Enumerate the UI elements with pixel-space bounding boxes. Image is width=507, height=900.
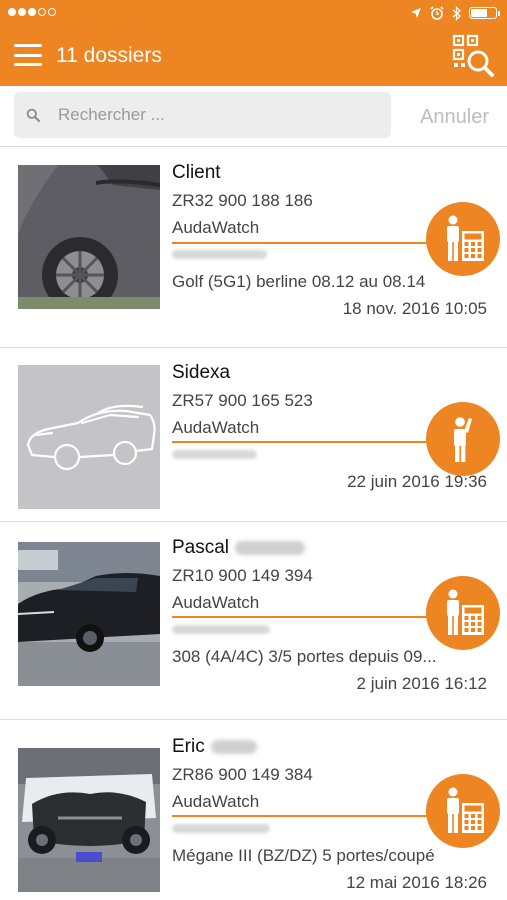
status-badge [426,576,500,650]
dossier-name: Eric [172,736,205,757]
app-screen: 11 dossiers Rechercher ... Annuler Clien… [0,0,507,900]
battery-icon [469,7,500,19]
status-bar [0,0,507,26]
vehicle-photo [18,542,160,686]
search-input[interactable] [58,105,358,125]
person-calculator-icon [447,589,484,635]
vehicle-placeholder-image [18,365,160,509]
search-icon [26,108,40,122]
status-badge [426,402,500,476]
location-arrow-icon [411,8,421,18]
dossier-name: Client [172,162,221,183]
person-calculator-icon [447,787,484,833]
signal-strength-indicator [8,8,56,16]
status-badge [426,202,500,276]
dossier-list-item[interactable]: Client ZR32 900 188 186 AudaWatch Golf (… [0,146,507,347]
dossier-list: Client ZR32 900 188 186 AudaWatch Golf (… [0,146,507,900]
dossier-list-item[interactable]: Pascal ZR10 900 149 394 AudaWatch 308 (4… [0,521,507,719]
app-header: 11 dossiers [0,0,507,86]
vehicle-model: 308 (4A/4C) 3/5 portes depuis 09... [172,647,437,666]
dossier-name: Sidexa [172,362,231,383]
blurred-surname [235,540,306,555]
bluetooth-icon [452,5,461,21]
search-bar: Annuler [0,86,507,144]
signal-dot [48,8,56,16]
status-badge [426,774,500,848]
alarm-icon [430,6,444,20]
search-field[interactable] [14,92,391,138]
dossier-list-item[interactable]: Sidexa ZR57 900 165 523 AudaWatch 22 jui… [0,347,507,521]
vehicle-model: Mégane III (BZ/DZ) 5 portes/coupé [172,846,435,865]
dossier-list-item[interactable]: Eric ZR86 900 149 384 AudaWatch Mégane I… [0,719,507,900]
hamburger-menu-icon[interactable] [14,44,42,66]
status-icons [410,4,500,22]
qr-search-icon[interactable] [449,32,495,78]
dossier-name: Pascal [172,537,230,558]
dossier-date: 18 nov. 2016 10:05 [342,299,487,318]
signal-dot [28,8,36,16]
dossier-name-row: Eric [172,733,487,761]
orange-divider [172,616,434,618]
orange-divider [172,815,434,817]
dossier-date: 2 juin 2016 16:12 [356,674,487,693]
person-raising-hand-icon [454,417,472,462]
page-title: 11 dossiers [56,44,162,67]
dossier-date: 12 mai 2016 18:26 [346,873,487,892]
orange-divider [172,242,434,244]
blurred-surname [210,739,257,754]
vehicle-photo [18,748,160,892]
signal-dot [38,8,46,16]
person-calculator-icon [447,215,484,261]
signal-dot [18,8,26,16]
dossier-name-row: Pascal [172,534,487,562]
orange-divider [172,441,434,443]
cancel-button[interactable]: Annuler [420,106,489,129]
dossier-date: 22 juin 2016 19:36 [347,472,487,491]
vehicle-model: Golf (5G1) berline 08.12 au 08.14 [172,272,426,291]
vehicle-photo [18,165,160,309]
signal-dot [8,8,16,16]
